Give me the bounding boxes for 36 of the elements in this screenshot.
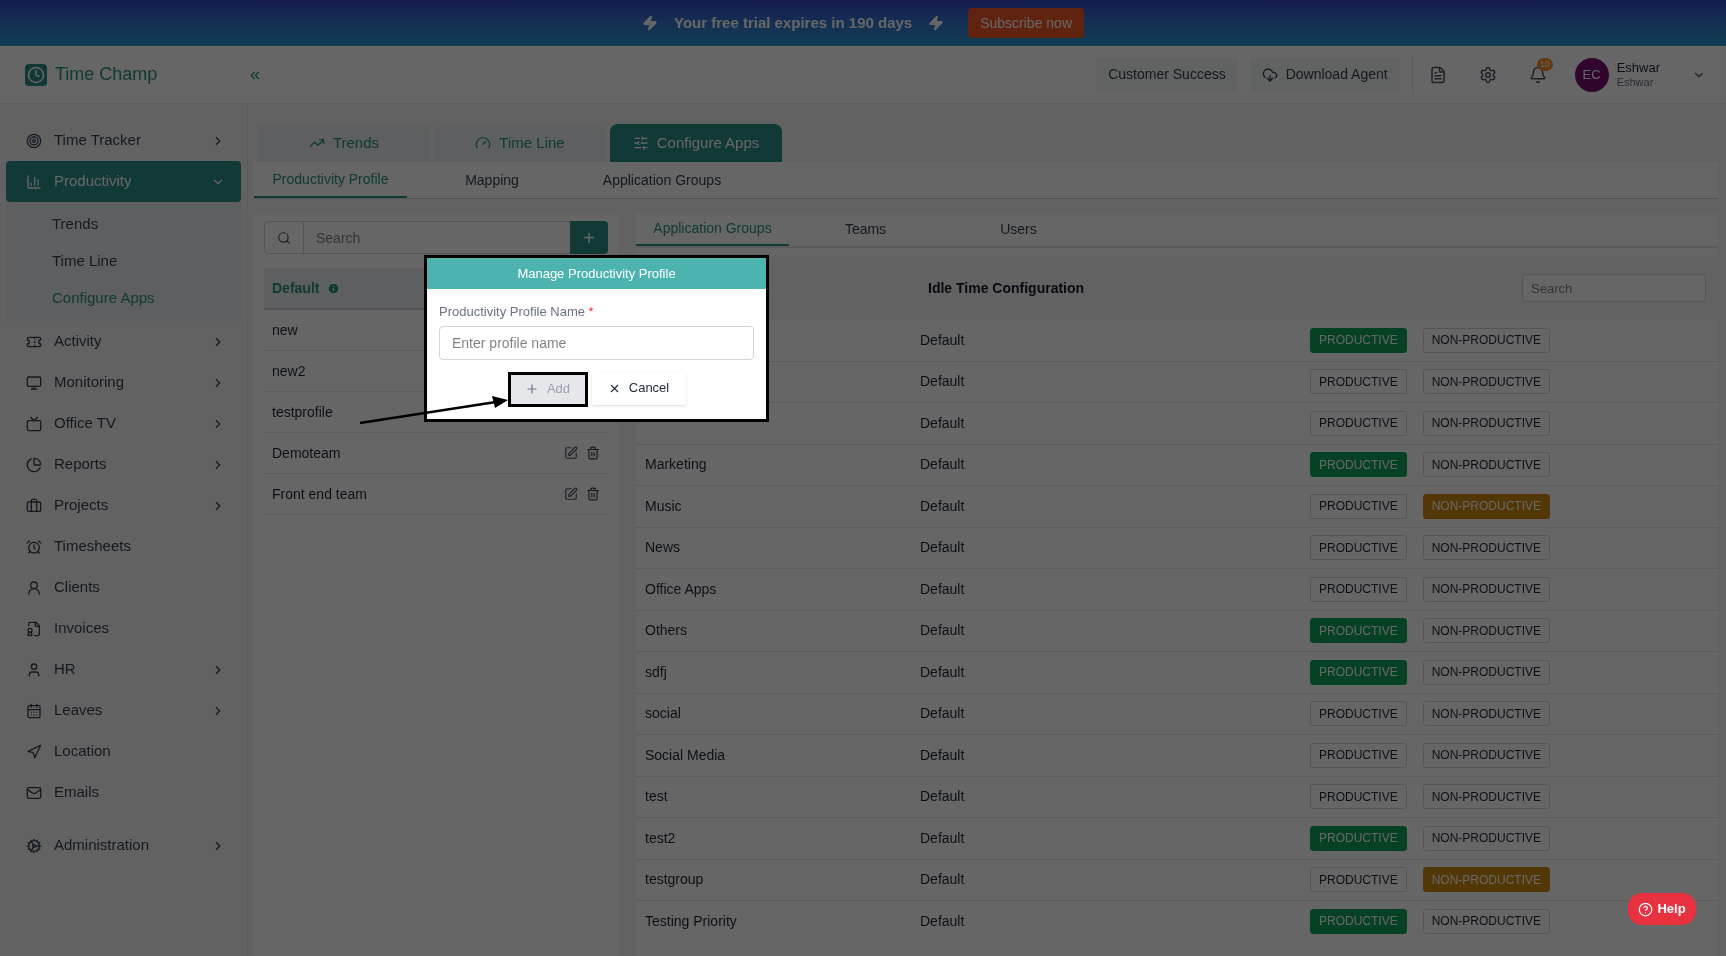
group-name: Office Apps	[644, 579, 718, 599]
default-profile-label: Default	[272, 278, 320, 298]
group-name: social	[644, 704, 682, 724]
idle-setting: Default	[920, 704, 966, 724]
idle-setting: Default	[920, 413, 966, 433]
idle-setting: Default	[920, 496, 966, 516]
user-name: Eshwar	[1616, 59, 1660, 76]
idle-setting: Default	[920, 330, 966, 350]
group-name: Social Media	[644, 745, 727, 765]
idle-setting: Default	[920, 662, 966, 682]
group-name: Marketing	[644, 455, 708, 475]
group-name: Music	[644, 496, 683, 516]
idle-setting: Default	[920, 870, 966, 890]
idle-setting: Default	[920, 579, 966, 599]
group-name: Others	[644, 621, 688, 641]
field-label: Productivity Profile Name *	[439, 303, 595, 321]
group-name: test2	[644, 828, 677, 848]
idle-setting: Default	[920, 372, 966, 392]
notification-badge: 10	[1536, 57, 1553, 71]
idle-setting: Default	[920, 911, 966, 931]
group-name: testgroup	[644, 870, 705, 890]
group-name: test	[644, 787, 669, 807]
modal-title: Manage Productivity Profile	[427, 258, 766, 289]
idle-setting: Default	[920, 787, 966, 807]
trial-message: Your free trial expires in 190 days	[674, 12, 913, 33]
idle-setting: Default	[920, 621, 966, 641]
group-name: Testing Priority	[644, 911, 738, 931]
group-name: sdfj	[644, 662, 668, 682]
idle-setting: Default	[920, 745, 966, 765]
idle-setting: Default	[920, 538, 966, 558]
column-header: Idle Time Configuration	[928, 278, 1086, 298]
logo-text: Time Champ	[55, 63, 158, 86]
idle-setting: Default	[920, 828, 966, 848]
idle-setting: Default	[920, 455, 966, 475]
user-role: Eshwar	[1616, 75, 1655, 90]
group-name: News	[644, 538, 681, 558]
